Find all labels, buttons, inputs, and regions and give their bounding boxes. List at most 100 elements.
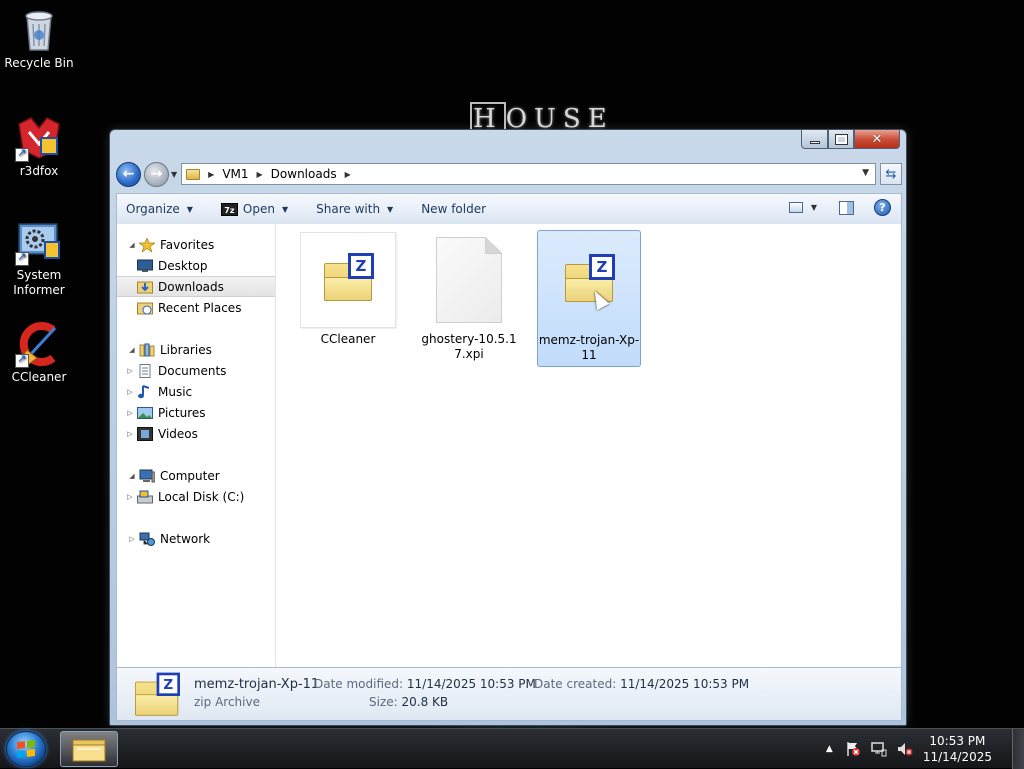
open-button[interactable]: 7z Open ▼ — [220, 202, 288, 216]
nav-item-pictures[interactable]: ▷ Pictures — [117, 402, 275, 423]
nav-item-libraries[interactable]: ◢ Libraries — [117, 339, 275, 360]
navigation-row: ← → ▼ ▶ VM1 ▶ Downloads ▶ ▼ ⇆ — [116, 160, 902, 188]
help-icon[interactable]: ? — [874, 199, 891, 216]
nav-item-favorites[interactable]: ◢ Favorites — [117, 234, 275, 255]
file-item-memz-trojan[interactable]: Z memz-trojan-Xp-11 — [537, 230, 641, 367]
start-button[interactable] — [6, 731, 46, 767]
file-thumbnail: Z — [300, 232, 396, 328]
file-thumbnail: Z — [541, 233, 637, 329]
address-dropdown-icon[interactable]: ▼ — [862, 168, 869, 178]
nav-item-network[interactable]: ▷ Network — [117, 528, 275, 549]
close-button[interactable]: ✕ — [854, 130, 900, 149]
details-value: 11/14/2025 10:53 PM — [620, 677, 750, 691]
minimize-button[interactable] — [801, 130, 828, 149]
caption-buttons: ✕ — [801, 130, 900, 149]
file-name: memz-trojan-Xp-11 — [538, 333, 640, 362]
pictures-icon — [137, 406, 153, 420]
taskbar-explorer-button[interactable] — [60, 731, 118, 767]
breadcrumb-downloads[interactable]: Downloads — [271, 167, 337, 181]
collapsed-arrow-icon[interactable]: ▷ — [125, 367, 135, 375]
change-view-icon[interactable] — [788, 202, 803, 213]
organize-button[interactable]: Organize ▼ — [126, 202, 193, 216]
share-with-button[interactable]: Share with ▼ — [316, 202, 393, 216]
explorer-window[interactable]: ✕ ← → ▼ ▶ VM1 ▶ Downloads ▶ ▼ ⇆ Organize… — [109, 129, 907, 726]
chevron-right-icon[interactable]: ▶ — [257, 170, 263, 179]
shortcut-arrow-icon — [15, 250, 29, 266]
details-label: Date created: — [534, 677, 617, 691]
maximize-icon — [834, 133, 848, 145]
nav-item-recent-places[interactable]: Recent Places — [117, 297, 275, 318]
expanded-arrow-icon[interactable]: ◢ — [127, 472, 137, 480]
details-value: 11/14/2025 10:53 PM — [406, 677, 536, 691]
chevron-right-icon[interactable]: ▶ — [345, 170, 351, 179]
navigation-pane: ◢ Favorites Desktop Downloads Recent Pla… — [116, 224, 276, 667]
show-desktop-button[interactable] — [1012, 729, 1024, 769]
chevron-right-icon[interactable]: ▶ — [208, 170, 214, 179]
refresh-icon: ⇆ — [885, 166, 897, 182]
downloads-folder-icon — [137, 280, 153, 294]
details-file-type: zip Archive — [194, 695, 260, 709]
organize-label: Organize — [126, 202, 180, 216]
file-item-ccleaner[interactable]: Z CCleaner — [296, 232, 400, 347]
system-tray: ▲ 10:53 PM 11/14/2025 — [826, 729, 1024, 769]
preview-pane-icon[interactable] — [839, 200, 854, 215]
new-folder-button[interactable]: New folder — [421, 202, 486, 216]
nav-label: Music — [158, 384, 193, 399]
libraries-icon — [139, 343, 155, 357]
desktop-icon-ccleaner[interactable]: CCleaner — [0, 320, 78, 385]
details-label: Size: — [369, 695, 398, 709]
zip-folder-icon: Z — [135, 672, 180, 716]
recycle-bin-icon — [15, 6, 63, 54]
breadcrumb-vm1[interactable]: VM1 — [222, 167, 248, 181]
collapsed-arrow-icon[interactable]: ▷ — [127, 535, 137, 543]
details-date-modified: Date modified: 11/14/2025 10:53 PM — [314, 677, 536, 691]
details-file-name: memz-trojan-Xp-11 — [194, 677, 320, 692]
forward-button[interactable]: → — [144, 161, 169, 187]
file-list[interactable]: Z CCleaner ghostery-10.5.17.xpi Z memz-t… — [276, 224, 902, 667]
desktop-icon-recycle-bin[interactable]: Recycle Bin — [0, 6, 78, 71]
new-folder-label: New folder — [421, 202, 487, 216]
nav-item-desktop[interactable]: Desktop — [117, 255, 275, 276]
desktop-icon-r3dfox[interactable]: r3dfox — [0, 114, 78, 179]
details-label: Date modified: — [314, 677, 404, 691]
network-status-icon[interactable] — [871, 741, 887, 757]
recent-pages-dropdown[interactable]: ▼ — [171, 170, 177, 179]
command-bar: Organize ▼ 7z Open ▼ Share with ▼ New folde… — [116, 193, 902, 224]
nav-label: Local Disk (C:) — [158, 489, 245, 504]
network-icon — [139, 532, 155, 546]
collapsed-arrow-icon[interactable]: ▷ — [125, 430, 135, 438]
collapsed-arrow-icon[interactable]: ▷ — [125, 409, 135, 417]
nav-label: Desktop — [158, 258, 208, 273]
collapsed-arrow-icon[interactable]: ▷ — [125, 493, 135, 501]
nav-item-videos[interactable]: ▷ Videos — [117, 423, 275, 444]
close-icon: ✕ — [871, 131, 883, 147]
maximize-button[interactable] — [828, 130, 854, 149]
details-value: 20.8 KB — [401, 695, 449, 709]
7zip-icon: 7z — [220, 202, 238, 216]
nav-item-music[interactable]: ▷ Music — [117, 381, 275, 402]
nav-item-local-disk[interactable]: ▷ Local Disk (C:) — [117, 486, 275, 507]
file-item-ghostery[interactable]: ghostery-10.5.17.xpi — [417, 232, 521, 362]
nav-label: Documents — [158, 363, 227, 378]
computer-icon — [139, 469, 156, 483]
back-button[interactable]: ← — [116, 161, 141, 187]
show-hidden-icons-icon[interactable]: ▲ — [826, 744, 833, 754]
nav-item-documents[interactable]: ▷ Documents — [117, 360, 275, 381]
desktop-icon-system-informer[interactable]: System Informer — [0, 218, 78, 298]
address-bar[interactable]: ▶ VM1 ▶ Downloads ▶ ▼ — [181, 163, 876, 185]
expanded-arrow-icon[interactable]: ◢ — [127, 346, 137, 354]
volume-muted-icon[interactable] — [897, 741, 913, 757]
expanded-arrow-icon[interactable]: ◢ — [127, 241, 137, 249]
refresh-button[interactable]: ⇆ — [880, 163, 902, 185]
collapsed-arrow-icon[interactable]: ▷ — [125, 388, 135, 396]
taskbar-clock[interactable]: 10:53 PM 11/14/2025 — [923, 733, 992, 765]
nav-item-computer[interactable]: ◢ Computer — [117, 465, 275, 486]
explorer-folder-icon — [72, 739, 106, 762]
system-informer-icon — [15, 218, 63, 266]
star-icon — [137, 236, 157, 253]
chevron-down-icon[interactable]: ▼ — [811, 203, 817, 212]
blank-file-icon — [436, 237, 502, 323]
action-center-flag-icon[interactable] — [845, 741, 861, 757]
nav-item-downloads[interactable]: Downloads — [117, 276, 275, 297]
nav-label: Videos — [158, 426, 198, 441]
